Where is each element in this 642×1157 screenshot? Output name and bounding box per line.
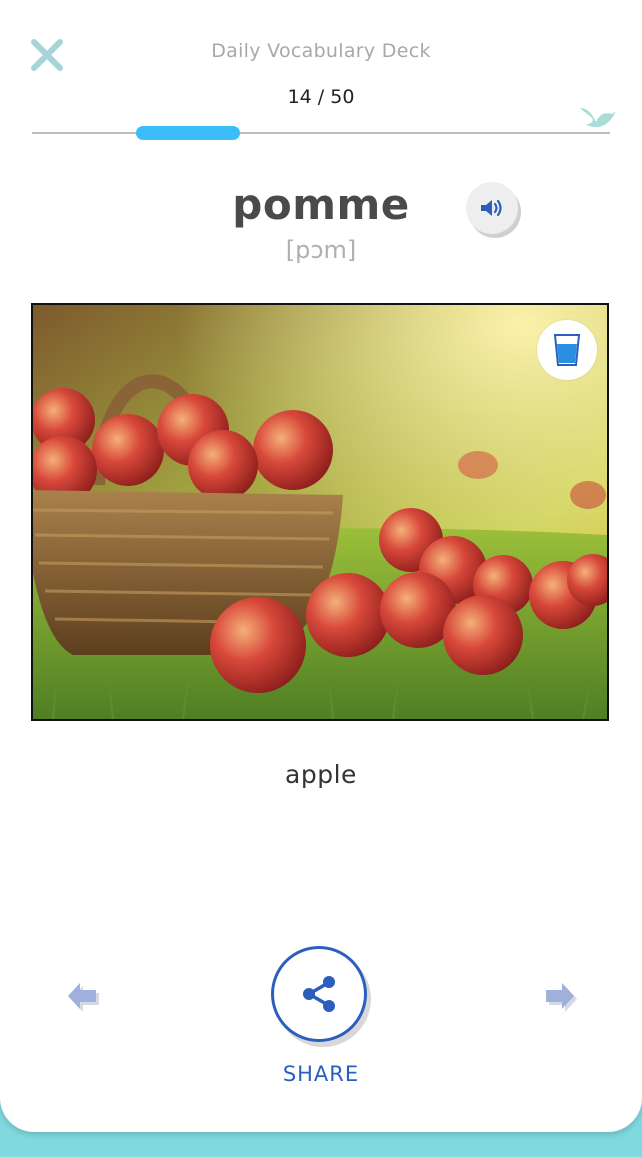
arrow-right-icon — [546, 983, 577, 1012]
progress-track — [32, 132, 610, 134]
arrow-left-icon — [68, 983, 99, 1012]
share-button[interactable] — [271, 946, 367, 1042]
water-glass-icon — [553, 334, 581, 366]
word-image — [31, 303, 609, 721]
bird-icon — [578, 94, 618, 134]
phonetic: [pɔm] — [285, 236, 357, 264]
audio-button[interactable] — [466, 182, 518, 234]
card-counter: 14 / 50 — [287, 86, 355, 108]
word: pomme — [232, 180, 410, 229]
deck-title: Daily Vocabulary Deck — [211, 40, 431, 62]
next-card-button[interactable] — [540, 976, 580, 1016]
speaker-icon — [481, 199, 502, 217]
share-label: SHARE — [282, 1062, 360, 1086]
share-icon — [303, 976, 335, 1012]
flashcard: Daily Vocabulary Deck 14 / 50 pomme [pɔm… — [0, 0, 642, 1132]
translation: apple — [285, 760, 357, 789]
add-to-glossary-button[interactable] — [537, 320, 597, 380]
previous-card-button[interactable] — [62, 976, 102, 1016]
progress-thumb[interactable] — [136, 126, 240, 140]
